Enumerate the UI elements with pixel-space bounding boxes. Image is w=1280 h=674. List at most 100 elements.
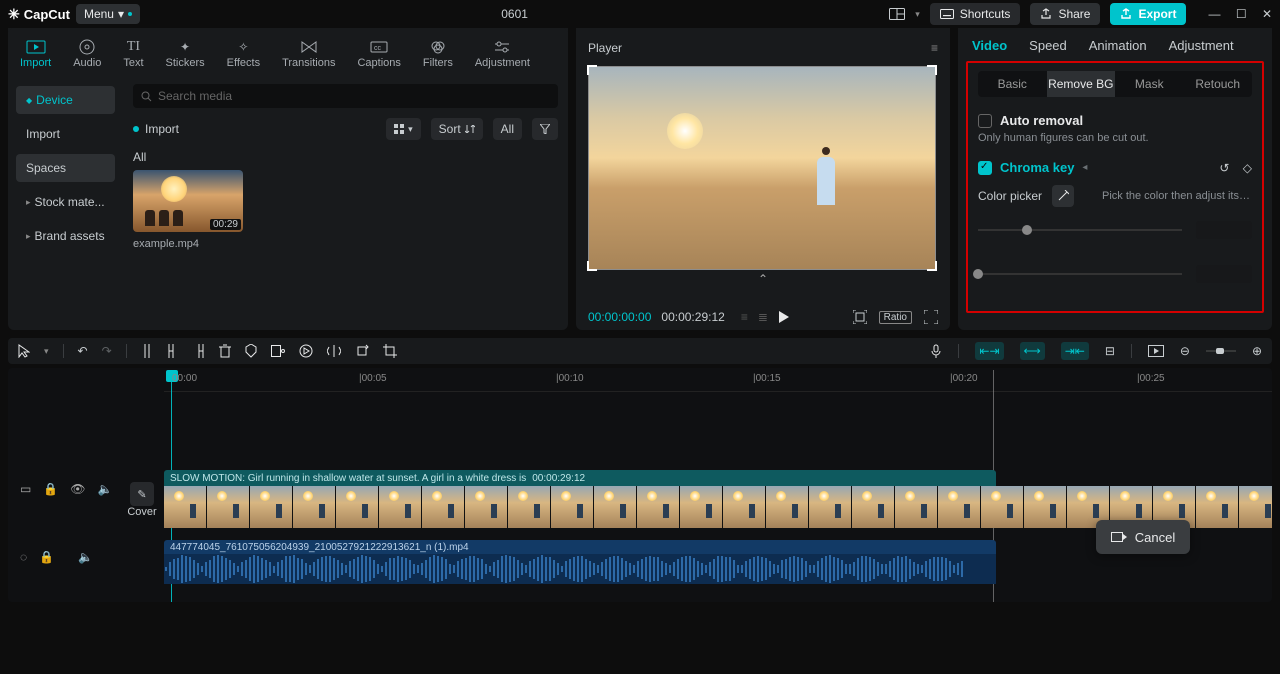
redo-icon[interactable]: ↷ bbox=[102, 344, 112, 358]
track-lock-icon[interactable]: 🔒 bbox=[43, 482, 58, 496]
player-viewport[interactable] bbox=[588, 66, 936, 270]
app-logo: ✳CapCut bbox=[8, 6, 70, 23]
timeline-ruler[interactable]: 00:00 |00:05 |00:10 |00:15 |00:20 |00:25 bbox=[164, 368, 1272, 392]
section-all: All bbox=[133, 150, 558, 164]
inspector-tab-adjustment[interactable]: Adjustment bbox=[1169, 38, 1234, 53]
align-icon[interactable]: ⊟ bbox=[1105, 344, 1115, 358]
cover-button[interactable]: ✎Cover bbox=[120, 482, 164, 518]
view-grid-button[interactable]: ▾ bbox=[386, 118, 421, 140]
ratio-button[interactable]: Ratio bbox=[879, 311, 912, 324]
timecode-current: 00:00:00:00 bbox=[588, 310, 651, 324]
auto-removal-label: Auto removal bbox=[1000, 113, 1083, 128]
layout-icon[interactable] bbox=[889, 6, 905, 22]
list-icon[interactable]: ≡ bbox=[741, 310, 748, 324]
maximize-icon[interactable]: ☐ bbox=[1236, 7, 1247, 21]
chroma-key-label: Chroma key bbox=[1000, 160, 1074, 175]
mirror-icon[interactable] bbox=[327, 345, 341, 357]
export-button[interactable]: Export bbox=[1110, 3, 1186, 25]
subtab-retouch[interactable]: Retouch bbox=[1184, 71, 1253, 97]
nav-brand[interactable]: ▸Brand assets bbox=[16, 222, 115, 250]
delete-icon[interactable] bbox=[219, 344, 231, 358]
select-tool-icon[interactable] bbox=[18, 344, 30, 358]
zoom-out-icon[interactable]: ⊖ bbox=[1180, 344, 1190, 358]
mic-icon[interactable] bbox=[930, 344, 942, 358]
trim-right-icon[interactable] bbox=[193, 344, 205, 358]
search-input[interactable]: Search media bbox=[133, 84, 558, 108]
tab-filters[interactable]: Filters bbox=[423, 35, 453, 69]
preview-toggle-icon[interactable] bbox=[1148, 345, 1164, 357]
track-lock2-icon[interactable]: 🔒 bbox=[39, 550, 54, 564]
track-mute2-icon[interactable]: 🔈 bbox=[78, 550, 93, 564]
timecode-total: 00:00:29:12 bbox=[661, 310, 724, 324]
track-mute-icon[interactable]: 🔈 bbox=[98, 482, 113, 496]
subtab-basic[interactable]: Basic bbox=[978, 71, 1047, 97]
snap-c-icon[interactable]: ⇥⇤ bbox=[1061, 342, 1089, 360]
sort-button[interactable]: Sort bbox=[431, 118, 483, 140]
color-picker-label: Color picker bbox=[978, 189, 1042, 203]
undo-icon[interactable]: ↶ bbox=[78, 344, 88, 358]
player-collapse-icon[interactable]: ⌃ bbox=[588, 272, 938, 286]
track-video-icon[interactable]: ▭ bbox=[20, 482, 31, 496]
player-title: Player bbox=[588, 41, 622, 55]
subtab-mask[interactable]: Mask bbox=[1115, 71, 1184, 97]
record-icon[interactable] bbox=[271, 345, 285, 357]
auto-removal-checkbox[interactable] bbox=[978, 114, 992, 128]
close-icon[interactable]: ✕ bbox=[1262, 7, 1272, 21]
fullscreen-icon[interactable] bbox=[924, 310, 938, 324]
nav-import[interactable]: Import bbox=[16, 120, 115, 148]
freeze-icon[interactable] bbox=[299, 344, 313, 358]
media-thumb[interactable]: 00:29 example.mp4 bbox=[133, 170, 243, 250]
clip-duration: 00:29 bbox=[210, 219, 241, 230]
remove-bg-highlight: Basic Remove BG Mask Retouch Auto remova… bbox=[966, 61, 1264, 313]
color-picker-hint: Pick the color then adjust its intensi..… bbox=[1102, 190, 1252, 202]
nav-device[interactable]: ◆Device bbox=[16, 86, 115, 114]
filter-icon-button[interactable] bbox=[532, 118, 558, 140]
tab-adjustment[interactable]: Adjustment bbox=[475, 35, 530, 69]
stacked-icon[interactable]: ≣ bbox=[758, 310, 768, 324]
color-picker-button[interactable] bbox=[1052, 185, 1074, 207]
cancel-toast[interactable]: Cancel bbox=[1096, 520, 1190, 554]
tab-import[interactable]: Import bbox=[20, 35, 51, 69]
track-eye-icon[interactable]: 👁 bbox=[70, 482, 85, 496]
trim-left-icon[interactable] bbox=[167, 344, 179, 358]
share-button[interactable]: Share bbox=[1030, 3, 1100, 25]
auto-removal-hint: Only human figures can be cut out. bbox=[978, 132, 1252, 144]
chroma-key-checkbox[interactable] bbox=[978, 161, 992, 175]
tab-transitions[interactable]: Transitions bbox=[282, 35, 335, 69]
filter-all-button[interactable]: All bbox=[493, 118, 522, 140]
zoom-in-icon[interactable]: ⊕ bbox=[1252, 344, 1262, 358]
zoom-slider[interactable] bbox=[1206, 346, 1236, 356]
scale-fit-icon[interactable] bbox=[853, 310, 867, 324]
snap-a-icon[interactable]: ⇤⇥ bbox=[975, 342, 1003, 360]
rotate-icon[interactable] bbox=[355, 344, 369, 358]
tab-effects[interactable]: ✧Effects bbox=[227, 35, 260, 69]
tab-captions[interactable]: ccCaptions bbox=[357, 35, 400, 69]
inspector-tab-speed[interactable]: Speed bbox=[1029, 38, 1067, 53]
reset-icon[interactable]: ↺ bbox=[1219, 161, 1229, 175]
keyframe-icon[interactable]: ◇ bbox=[1243, 161, 1252, 175]
player-menu-icon[interactable]: ≡ bbox=[931, 41, 938, 55]
nav-spaces[interactable]: Spaces bbox=[16, 154, 115, 182]
tab-stickers[interactable]: ✦Stickers bbox=[166, 35, 205, 69]
inspector-tab-animation[interactable]: Animation bbox=[1089, 38, 1147, 53]
project-title: 0601 bbox=[146, 7, 883, 21]
play-button[interactable] bbox=[778, 310, 790, 324]
minimize-icon[interactable]: — bbox=[1208, 7, 1220, 21]
tab-text[interactable]: TIText bbox=[123, 35, 143, 69]
tab-audio[interactable]: Audio bbox=[73, 35, 101, 69]
subtab-removebg[interactable]: Remove BG bbox=[1047, 71, 1116, 97]
search-placeholder: Search media bbox=[158, 89, 232, 103]
track-audio-icon[interactable]: ◌ bbox=[20, 550, 27, 564]
nav-stock[interactable]: ▸Stock mate... bbox=[16, 188, 115, 216]
import-media-button[interactable]: Import bbox=[133, 122, 179, 136]
inspector-tab-video[interactable]: Video bbox=[972, 38, 1007, 53]
shortcuts-button[interactable]: Shortcuts bbox=[930, 3, 1021, 25]
marker-icon[interactable] bbox=[245, 344, 257, 358]
clip-name: example.mp4 bbox=[133, 238, 243, 250]
svg-text:cc: cc bbox=[374, 45, 382, 52]
menu-button[interactable]: Menu▾ bbox=[76, 4, 140, 24]
split-icon[interactable] bbox=[141, 344, 153, 358]
crop-icon[interactable] bbox=[383, 344, 397, 358]
snap-b-icon[interactable]: ⟷ bbox=[1020, 342, 1045, 360]
audio-clip[interactable]: 447774045_761075056204939_21005279212229… bbox=[164, 540, 996, 584]
